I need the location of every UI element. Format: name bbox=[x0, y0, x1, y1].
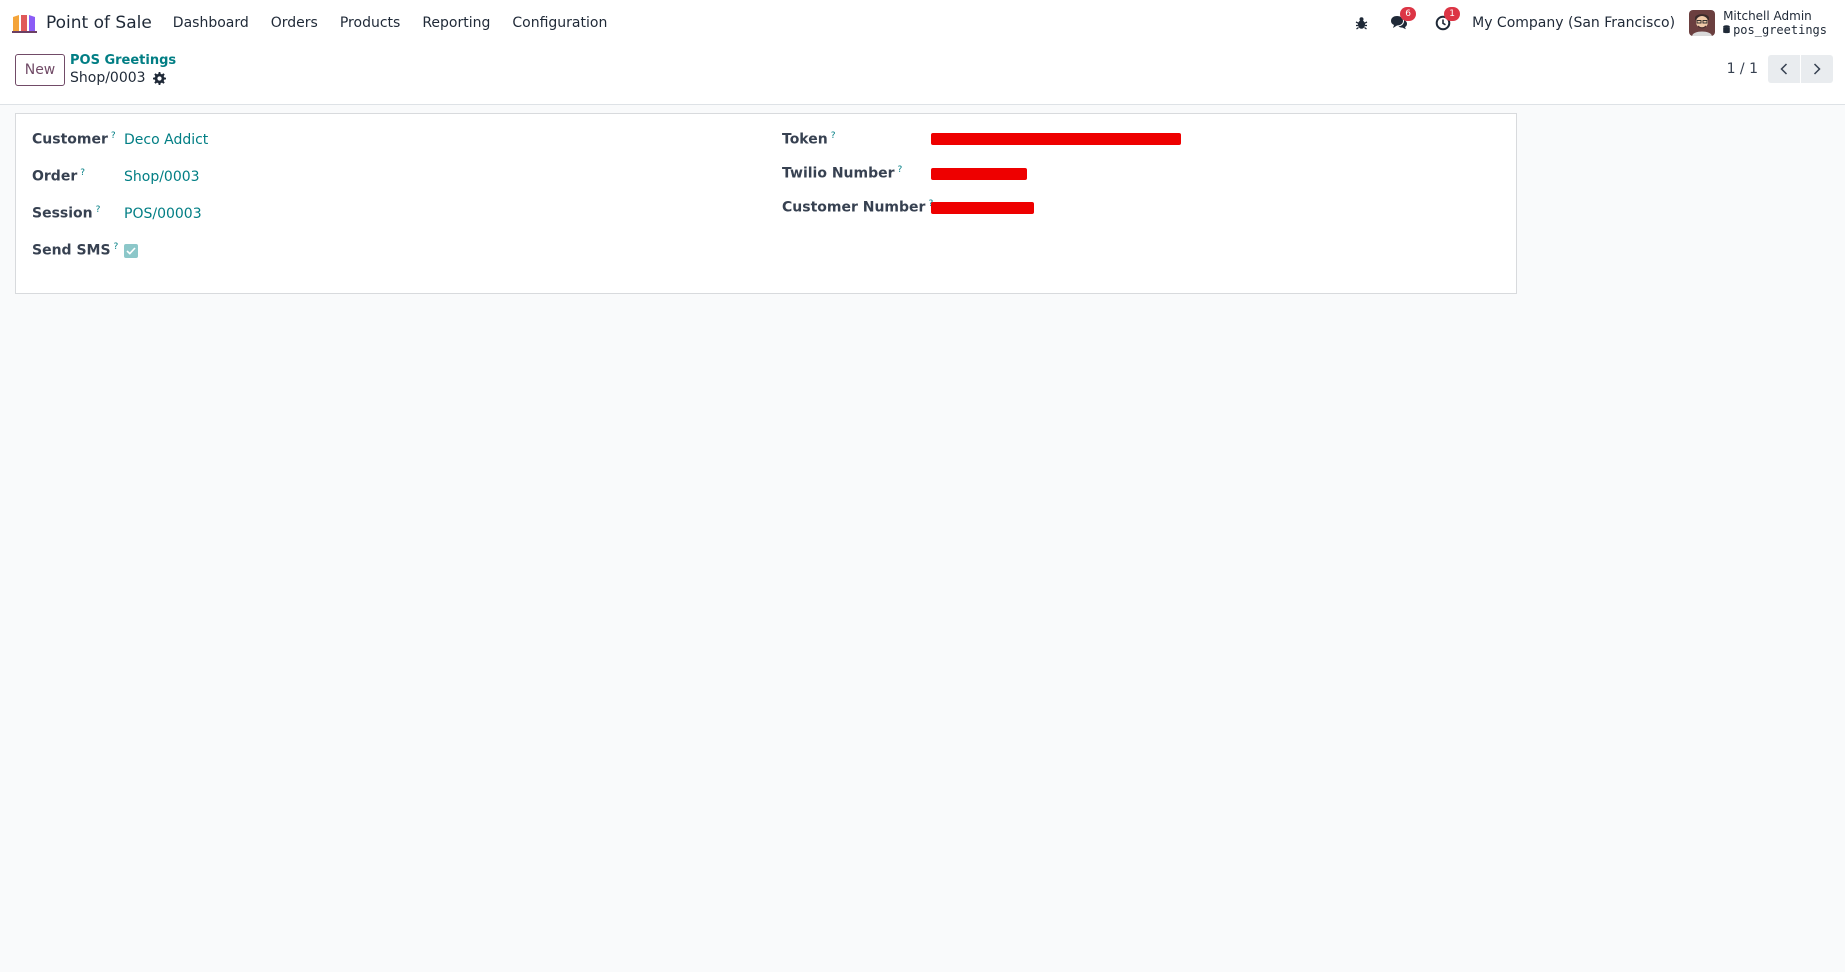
customer-label: Customer? bbox=[32, 131, 116, 148]
session-label: Session? bbox=[32, 205, 101, 222]
customer-number-label: Customer Number? bbox=[782, 199, 933, 216]
pos-app-icon bbox=[12, 14, 37, 33]
menu-orders[interactable]: Orders bbox=[260, 15, 329, 31]
company-switcher[interactable]: My Company (San Francisco) bbox=[1472, 15, 1675, 31]
pager-previous-button[interactable] bbox=[1768, 55, 1800, 83]
twilio-number-help-icon[interactable]: ? bbox=[898, 165, 903, 175]
token-label: Token? bbox=[782, 131, 836, 148]
user-menu[interactable]: Mitchell Admin pos_greetings bbox=[1689, 9, 1827, 37]
breadcrumb-parent-link[interactable]: POS Greetings bbox=[70, 53, 176, 69]
menu-dashboard[interactable]: Dashboard bbox=[162, 15, 260, 31]
control-panel: New POS Greetings Shop/0003 1 / 1 bbox=[0, 45, 1845, 105]
breadcrumb: POS Greetings Shop/0003 bbox=[70, 53, 176, 86]
customer-help-icon[interactable]: ? bbox=[111, 131, 116, 141]
form-sheet: Customer? Deco Addict Order? Shop/0003 S… bbox=[15, 113, 1517, 294]
twilio-number-label: Twilio Number? bbox=[782, 165, 903, 182]
twilio-number-redacted-value bbox=[931, 168, 1027, 180]
top-navbar: Point of Sale Dashboard Orders Products … bbox=[0, 0, 1845, 45]
messages-button[interactable]: 6 bbox=[1388, 6, 1417, 34]
navbar-systray: 6 1 My Company (San Francisco) Mitchell … bbox=[1350, 0, 1845, 45]
app-name: Point of Sale bbox=[46, 12, 152, 33]
chevron-left-icon bbox=[1780, 63, 1788, 75]
order-help-icon[interactable]: ? bbox=[80, 168, 85, 178]
new-button[interactable]: New bbox=[15, 54, 65, 86]
app-brand[interactable]: Point of Sale bbox=[12, 13, 152, 33]
pager: 1 / 1 bbox=[1727, 55, 1833, 83]
bug-icon bbox=[1355, 16, 1367, 30]
token-help-icon[interactable]: ? bbox=[831, 131, 836, 141]
database-name: pos_greetings bbox=[1733, 22, 1827, 37]
send-sms-label: Send SMS? bbox=[32, 242, 119, 259]
activities-badge: 1 bbox=[1444, 6, 1461, 21]
customer-number-redacted-value bbox=[931, 202, 1034, 214]
order-field-link[interactable]: Shop/0003 bbox=[124, 169, 200, 185]
avatar bbox=[1689, 9, 1716, 36]
send-sms-help-icon[interactable]: ? bbox=[114, 242, 119, 252]
database-icon bbox=[1723, 25, 1730, 34]
gear-icon[interactable] bbox=[152, 71, 166, 85]
chevron-right-icon bbox=[1813, 63, 1821, 75]
send-sms-checkbox[interactable] bbox=[124, 244, 138, 258]
debug-icon[interactable] bbox=[1350, 12, 1372, 34]
customer-field-link[interactable]: Deco Addict bbox=[124, 132, 208, 148]
session-help-icon[interactable]: ? bbox=[96, 205, 101, 215]
messages-badge: 6 bbox=[1400, 6, 1417, 21]
user-name: Mitchell Admin bbox=[1723, 8, 1812, 23]
order-label: Order? bbox=[32, 168, 86, 185]
activities-button[interactable]: 1 bbox=[1432, 6, 1461, 34]
pager-value[interactable]: 1 / 1 bbox=[1727, 61, 1758, 77]
check-icon bbox=[126, 247, 136, 255]
database-indicator: pos_greetings bbox=[1723, 23, 1827, 37]
menu-products[interactable]: Products bbox=[329, 15, 411, 31]
menu-configuration[interactable]: Configuration bbox=[501, 15, 618, 31]
token-redacted-value bbox=[931, 133, 1181, 145]
session-field-link[interactable]: POS/00003 bbox=[124, 206, 202, 222]
breadcrumb-current: Shop/0003 bbox=[70, 70, 146, 86]
menu-reporting[interactable]: Reporting bbox=[411, 15, 501, 31]
pager-next-button[interactable] bbox=[1801, 55, 1833, 83]
main-menu: Dashboard Orders Products Reporting Conf… bbox=[162, 15, 619, 31]
